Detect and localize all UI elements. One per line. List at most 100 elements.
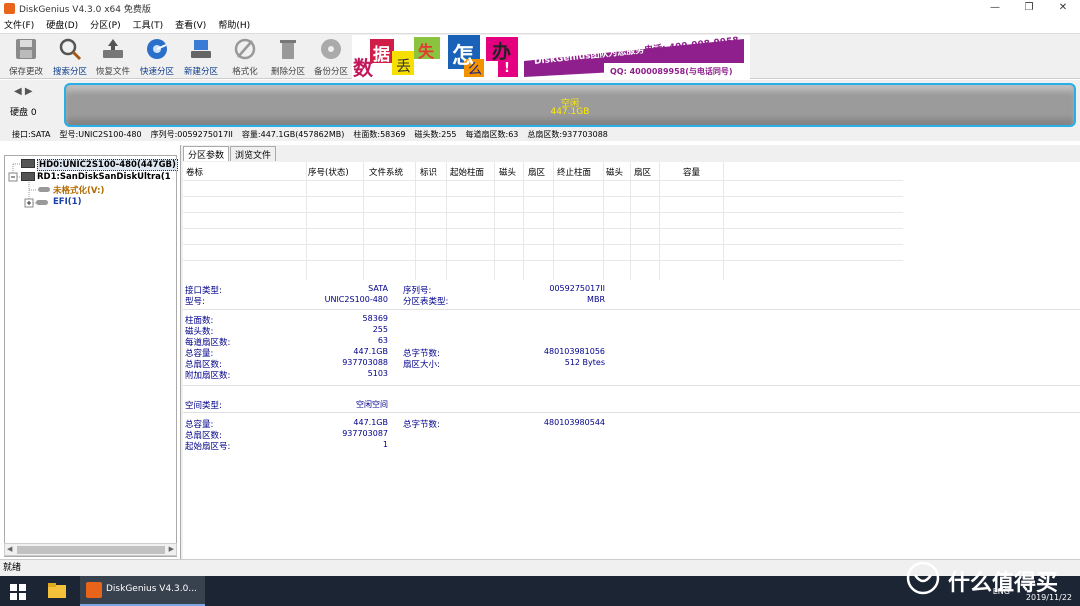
col-header-head[interactable]: 磁头: [499, 166, 516, 178]
detail-value: 480103980544: [543, 418, 605, 427]
tab-partition-params[interactable]: 分区参数: [183, 146, 230, 161]
free-space-size: 447.1GB: [550, 107, 590, 117]
banner-char-3: 丢: [396, 57, 412, 75]
tab-browse-files[interactable]: 浏览文件: [230, 146, 277, 161]
window-title: DiskGenius V4.3.0 x64 免费版: [19, 4, 151, 15]
col-header-start-cyl[interactable]: 起始柱面: [450, 166, 484, 178]
info-heads: 磁头数:255: [414, 129, 457, 139]
disk-details: 接口类型: SATA 序列号: 0059275017II 型号: UNIC2S1…: [183, 280, 1080, 559]
col-header-id[interactable]: 标识: [420, 166, 437, 178]
minimize-button[interactable]: —: [978, 0, 1012, 16]
delete-partition-button[interactable]: 删除分区: [266, 37, 310, 79]
detail-value: 5103: [367, 369, 388, 378]
detail-label: 总字节数:: [403, 420, 440, 430]
banner-char-4: 失: [418, 42, 435, 61]
detail-label: 起始扇区号:: [185, 442, 231, 452]
scroll-thumb[interactable]: [17, 546, 165, 554]
disk-label: 硬盘 0: [10, 108, 37, 118]
col-header-head2[interactable]: 磁头: [606, 166, 623, 178]
detail-value: MBR: [587, 295, 605, 304]
col-header-label[interactable]: 卷标: [186, 166, 203, 178]
hdd-icon: [21, 172, 35, 181]
col-header-fs[interactable]: 文件系统: [369, 166, 403, 178]
search-partition-button[interactable]: 搜索分区: [48, 37, 92, 79]
quick-partition-button[interactable]: 快速分区: [135, 37, 179, 79]
banner-char-8: !: [504, 61, 510, 76]
backup-partition-button[interactable]: 备份分区: [309, 37, 353, 79]
main-panel: 分区参数 浏览文件 卷标 序号(状态) 文件系统 标识 起始柱面 磁头 扇区 终…: [180, 145, 1080, 559]
col-header-capacity[interactable]: 容量: [683, 166, 700, 178]
app-icon: [4, 2, 15, 14]
detail-value: SATA: [368, 284, 388, 293]
scroll-left-arrow-icon[interactable]: ◀: [7, 545, 12, 553]
detail-value: UNIC2S100-480: [324, 295, 388, 304]
col-header-sector2[interactable]: 扇区: [634, 166, 651, 178]
info-total-sectors: 总扇区数:937703088: [527, 129, 608, 139]
menu-disk[interactable]: 硬盘(D): [46, 18, 78, 31]
quick-partition-icon: [147, 39, 167, 59]
recover-files-button[interactable]: 恢复文件: [91, 37, 135, 79]
windows-start-icon[interactable]: [10, 584, 26, 600]
menu-file[interactable]: 文件(F): [4, 18, 34, 31]
partition-icon: [38, 187, 50, 192]
scroll-right-arrow-icon[interactable]: ▶: [169, 545, 174, 553]
new-partition-button[interactable]: 新建分区: [179, 37, 223, 79]
tree-item-efi[interactable]: EFI(1): [53, 197, 81, 207]
save-button[interactable]: 保存更改: [4, 37, 48, 79]
file-explorer-icon[interactable]: [48, 582, 66, 598]
backup-icon: [321, 39, 341, 59]
format-button[interactable]: 格式化: [223, 37, 267, 79]
detail-value: 63: [377, 336, 388, 345]
maximize-button[interactable]: ❐: [1012, 0, 1046, 16]
info-model: 型号:UNIC2S100-480: [59, 129, 142, 139]
diskgenius-icon: [86, 582, 102, 598]
col-header-end-cyl[interactable]: 终止柱面: [557, 166, 591, 178]
detail-label: 附加扇区数:: [185, 371, 231, 381]
menu-bar: 文件(F) 硬盘(D) 分区(P) 工具(T) 查看(V) 帮助(H): [0, 16, 1080, 32]
taskbar-diskgenius[interactable]: DiskGenius V4.3.0...: [80, 576, 205, 606]
info-serial: 序列号:0059275017II: [150, 129, 233, 139]
detail-value: 58369: [362, 314, 388, 323]
save-icon: [16, 39, 36, 59]
watermark-logo-icon: [906, 561, 940, 595]
tree-item-hd0[interactable]: HD0:UNIC2S100-480(447GB): [37, 159, 178, 171]
menu-view[interactable]: 查看(V): [175, 18, 206, 31]
recover-icon: [103, 39, 123, 58]
menu-tools[interactable]: 工具(T): [133, 18, 164, 31]
col-header-index[interactable]: 序号(状态): [308, 166, 349, 178]
info-cylinders: 柱面数:58369: [353, 129, 406, 139]
detail-label: 型号:: [185, 297, 205, 307]
info-interface: 接口:SATA: [12, 129, 51, 139]
col-header-sector[interactable]: 扇区: [528, 166, 545, 178]
new-partition-icon: [191, 40, 211, 58]
ad-banner[interactable]: 数 据 丢 失 怎 么 办 ! DiskGenius团队为您服务 电话: 400…: [352, 35, 750, 80]
watermark: 什么值得买: [906, 559, 1076, 601]
banner-char-2: 据: [373, 45, 390, 65]
banner-char-7: 办: [492, 41, 512, 63]
partition-icon: [36, 200, 48, 205]
disk-info-bar: 接口:SATA 型号:UNIC2S100-480 序列号:0059275017I…: [0, 127, 1080, 141]
detail-label: 分区表类型:: [403, 297, 449, 307]
tree-item-unformatted[interactable]: 未格式化(V:): [53, 184, 104, 196]
menu-help[interactable]: 帮助(H): [218, 18, 250, 31]
banner-char-1: 数: [353, 56, 373, 80]
tree-item-rd1[interactable]: RD1:SanDiskSanDiskUltra(1: [37, 172, 171, 182]
tree-horizontal-scrollbar[interactable]: ◀ ▶: [4, 543, 177, 556]
close-button[interactable]: ✕: [1046, 0, 1080, 16]
disk-nav-arrows[interactable]: ◀ ▶: [14, 86, 33, 97]
format-icon: [234, 38, 256, 60]
detail-label: 空间类型:: [185, 401, 222, 411]
detail-value: 255: [372, 325, 388, 334]
hdd-icon: [21, 159, 35, 168]
detail-value: 937703087: [342, 429, 388, 438]
trash-icon: [280, 40, 296, 59]
menu-partition[interactable]: 分区(P): [90, 18, 120, 31]
banner-qq: QQ: 4000089958(与电话同号): [610, 67, 733, 76]
free-space-bar[interactable]: 空闲 447.1GB: [64, 83, 1076, 127]
detail-value: 空闲空间: [356, 400, 388, 409]
detail-value: 512 Bytes: [564, 358, 605, 367]
disk-tree: HD0:UNIC2S100-480(447GB) RD1:SanDiskSanD…: [4, 155, 178, 557]
detail-value: 0059275017II: [549, 284, 605, 293]
detail-value: 447.1GB: [353, 347, 388, 356]
partition-table: 卷标 序号(状态) 文件系统 标识 起始柱面 磁头 扇区 终止柱面 磁头 扇区 …: [183, 162, 1080, 280]
